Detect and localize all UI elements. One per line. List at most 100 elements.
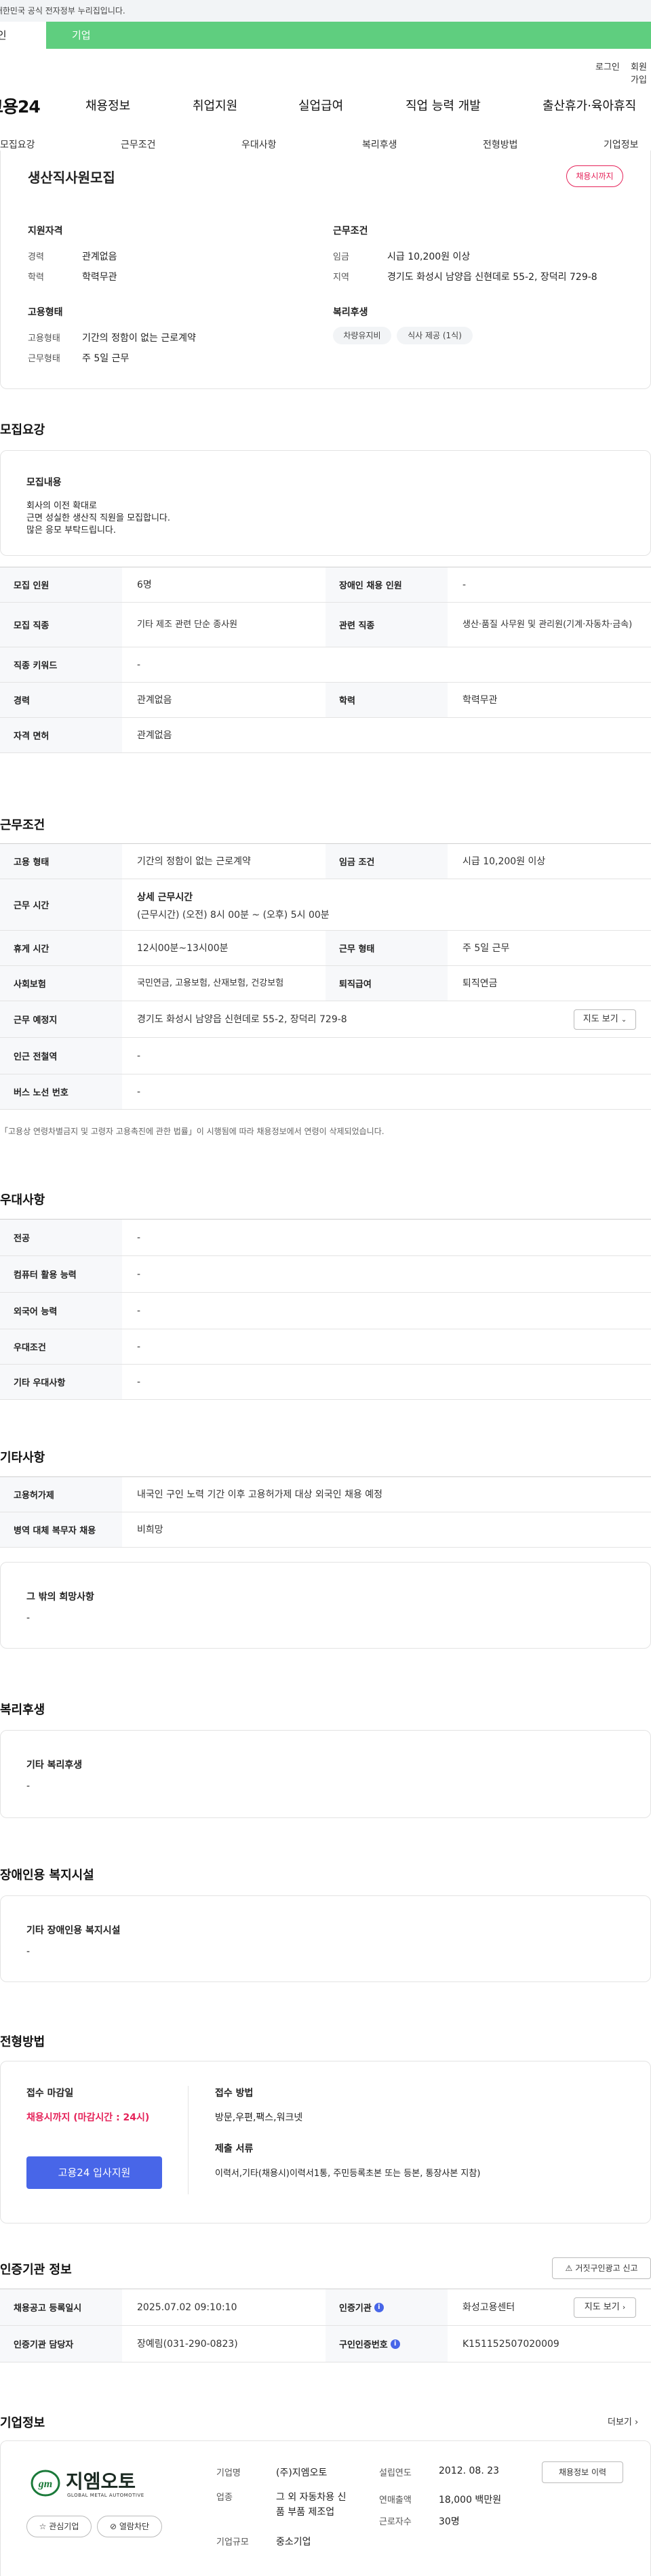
company-name-label: 기업명	[216, 2468, 241, 2478]
wage-label: 임금	[333, 252, 349, 262]
work-table: 고용 형태 기간의 정함이 없는 근로계약 임금 조건 시급 10,200원 이…	[0, 843, 651, 1110]
login-link[interactable]: 로그인	[595, 60, 620, 73]
table-cell: K151152507020009	[462, 2338, 559, 2350]
info-icon[interactable]: i	[374, 2302, 384, 2312]
wage-value: 시급 10,200원 이상	[387, 251, 471, 262]
screening-divider	[188, 2086, 189, 2194]
documents-heading: 제출 서류	[215, 2144, 254, 2154]
section-title-welfare: 복리후생	[0, 1703, 45, 1717]
tab-personal[interactable]: 개인	[0, 22, 46, 49]
welfare-chip: 식사 제공 (1식)	[397, 327, 473, 344]
table-header: 근무 시간	[0, 879, 122, 930]
preferences-table: 전공 - 컴퓨터 활용 능력 - 외국어 능력 - 우대조건 - 기타 우대사항…	[0, 1219, 651, 1400]
table-cell: 생산·품질 사무원 및 관리원(기계·자동차·금속)	[462, 619, 633, 630]
table-row: 경력 관계없음 학력 학력무관	[0, 683, 651, 718]
anchor-recruit[interactable]: 모집요강	[0, 138, 35, 151]
table-cell: 경기도 화성시 남양읍 신현데로 55-2, 장덕리 729-8	[137, 1013, 347, 1025]
report-fake-ad-button[interactable]: ⚠ 거짓구인광고 신고	[552, 2257, 651, 2279]
table-cell: -	[137, 1376, 141, 1388]
welfare-heading: 복리후생	[333, 307, 368, 318]
table-header: 사회보험	[0, 966, 122, 1001]
region-label: 지역	[333, 273, 349, 283]
table-cell: 6명	[137, 579, 152, 590]
table-row: 인근 전철역 -	[0, 1038, 651, 1074]
region-value: 경기도 화성시 남양읍 신현데로 55-2, 장덕리 729-8	[387, 272, 597, 283]
star-icon: ☆	[39, 2522, 47, 2531]
anchor-work-conditions[interactable]: 근무조건	[121, 138, 156, 151]
gnb-item-parental-leave[interactable]: 출산휴가·육아휴직	[542, 96, 636, 114]
section-title-disabled-facilities: 장애인용 복지시설	[0, 1868, 94, 1883]
work-hours-detail: (근무시간) (오전) 8시 00분 ~ (오후) 5시 00분	[137, 910, 330, 921]
gnb-item-employment-support[interactable]: 취업지원	[193, 96, 237, 114]
job-summary-card: 생산직사원모집 채용시까지 지원자격 경력 관계없음 학력 학력무관 근무조건 …	[0, 150, 651, 389]
welfare-chip: 차량유지비	[333, 327, 391, 344]
career-label: 경력	[28, 252, 44, 262]
table-header: 학력	[326, 683, 448, 717]
company-name-value: (주)지엠오토	[276, 2468, 328, 2478]
qualification-heading: 지원자격	[28, 226, 63, 237]
join-link[interactable]: 회원가입	[631, 60, 651, 85]
recruit-table: 모집 인원 6명 장애인 채용 인원 - 모집 직종 기타 제조 관련 단순 종…	[0, 567, 651, 753]
employment-type-heading: 고용형태	[28, 307, 63, 318]
table-row: 병역 대체 복무자 채용 비희망	[0, 1512, 651, 1548]
table-cell: 장예림(031-290-0823)	[137, 2338, 238, 2350]
info-icon[interactable]: i	[390, 2339, 400, 2349]
company-more-link[interactable]: 더보기 ›	[608, 2415, 638, 2428]
table-header: 근무 형태	[326, 931, 448, 965]
staff-label: 근로자수	[379, 2517, 412, 2527]
section-title-preferences: 우대사항	[0, 1193, 45, 1207]
table-row: 채용공고 등록일시 2025.07.02 09:10:10 인증기관 i 화성고…	[0, 2289, 651, 2326]
table-row: 우대조건 -	[0, 1329, 651, 1365]
tab-company[interactable]: 기업	[72, 22, 91, 49]
table-row: 고용허가제 내국인 구인 노력 기간 이후 고용허가제 대상 외국인 채용 예정	[0, 1477, 651, 1512]
table-header: 채용공고 등록일시	[0, 2289, 122, 2325]
career-value: 관계없음	[82, 251, 117, 262]
site-logo[interactable]: 고용24	[0, 94, 41, 118]
gnb-item-vocational-training[interactable]: 직업 능력 개발	[406, 96, 481, 114]
table-header: 전공	[0, 1220, 122, 1255]
other-wishes-heading: 그 밖의 희망사항	[26, 1592, 94, 1603]
table-row: 근무 시간 상세 근무시간 (근무시간) (오전) 8시 00분 ~ (오후) …	[0, 879, 651, 931]
interest-company-button[interactable]: ☆ 관심기업	[26, 2516, 92, 2537]
section-title-screening: 전형방법	[0, 2035, 45, 2049]
company-size-value: 중소기업	[276, 2537, 311, 2548]
agency-map-button[interactable]: 지도 보기 ›	[574, 2297, 636, 2318]
block-view-button[interactable]: ⊘ 열람차단	[97, 2516, 162, 2537]
map-view-button[interactable]: 지도 보기 ⌄	[574, 1009, 636, 1030]
table-row: 모집 직종 기타 제조 관련 단순 종사원 관련 직종 생산·품질 사무원 및 …	[0, 603, 651, 647]
table-header: 컴퓨터 활용 능력	[0, 1256, 122, 1292]
chevron-down-icon: ⌄	[620, 1016, 627, 1024]
section-title-etc: 기타사항	[0, 1451, 45, 1465]
deadline-heading: 접수 마감일	[26, 2088, 74, 2099]
table-header: 휴게 시간	[0, 931, 122, 965]
anchor-company[interactable]: 기업정보	[604, 138, 639, 151]
anchor-welfare[interactable]: 복리후생	[362, 138, 397, 151]
recruit-history-button[interactable]: 채용정보 이력	[542, 2461, 623, 2483]
etc-table: 고용허가제 내국인 구인 노력 기간 이후 고용허가제 대상 외국인 채용 예정…	[0, 1476, 651, 1548]
company-logo: gm 지엠오토 GLOBAL METAL AUTOMOTIVE	[31, 2467, 159, 2505]
table-header: 기타 우대사항	[0, 1365, 122, 1399]
table-row: 컴퓨터 활용 능력 -	[0, 1256, 651, 1293]
section-title-agency: 인증기관 정보	[0, 2263, 72, 2277]
recruit-content-line: 근면 성실한 생산직 직원을 모집합니다.	[26, 513, 171, 523]
recruit-content-line: 많은 응모 부탁드립니다.	[26, 525, 116, 536]
table-header: 자격 면허	[0, 718, 122, 752]
company-logo-subtext: GLOBAL METAL AUTOMOTIVE	[67, 2493, 144, 2498]
founded-value: 2012. 08. 23	[439, 2466, 500, 2476]
svg-text:gm: gm	[38, 2478, 52, 2490]
employment-type-value: 기간의 정함이 없는 근로계약	[82, 333, 196, 344]
method-heading: 접수 방법	[215, 2088, 254, 2099]
table-header: 구인인증번호 i	[326, 2326, 448, 2362]
table-cell: 관계없음	[137, 694, 172, 706]
table-row: 근무 예정지 경기도 화성시 남양읍 신현데로 55-2, 장덕리 729-8 …	[0, 1001, 651, 1038]
table-header: 인증기관 담당자	[0, 2326, 122, 2362]
anchor-preferences[interactable]: 우대사항	[241, 138, 277, 151]
gnb-item-jobs[interactable]: 채용정보	[85, 96, 130, 114]
table-header: 임금 조건	[326, 844, 448, 879]
table-header: 관련 직종	[326, 603, 448, 647]
chevron-right-icon: ›	[635, 2417, 639, 2428]
table-header: 직종 키워드	[0, 647, 122, 682]
apply-button[interactable]: 고용24 입사지원	[26, 2156, 162, 2189]
gnb-item-unemployment-benefit[interactable]: 실업급여	[298, 96, 343, 114]
anchor-screening[interactable]: 전형방법	[483, 138, 518, 151]
